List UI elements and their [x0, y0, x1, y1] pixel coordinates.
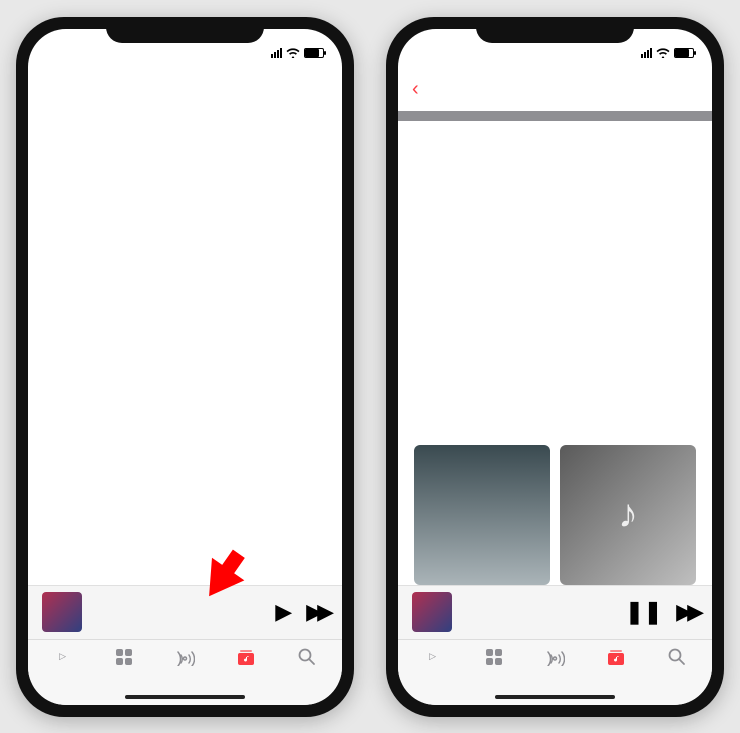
library-list: [28, 119, 342, 585]
phone-left: ▶ ▶▶ ▷: [16, 17, 354, 717]
battery-icon: [674, 48, 694, 58]
albums-scroll[interactable]: ♪: [398, 445, 712, 585]
tab-search[interactable]: [666, 646, 688, 687]
tab-browse[interactable]: [113, 646, 135, 687]
play-icon[interactable]: ▶: [275, 599, 292, 625]
wifi-icon: [656, 45, 670, 61]
tab-search[interactable]: [296, 646, 318, 687]
library-icon: [605, 646, 627, 668]
nav-bar: [28, 69, 342, 111]
notch: [476, 17, 634, 43]
search-icon: [666, 646, 688, 668]
notch: [106, 17, 264, 43]
now-playing-bar[interactable]: ▶ ▶▶: [28, 585, 342, 639]
tab-radio[interactable]: [544, 646, 566, 687]
library-icon: [235, 646, 257, 668]
wifi-icon: [286, 45, 300, 61]
home-indicator[interactable]: [495, 695, 615, 699]
grid-icon: [483, 646, 505, 668]
home-indicator[interactable]: [125, 695, 245, 699]
album-art[interactable]: [414, 445, 550, 585]
forward-icon[interactable]: ▶▶: [306, 599, 328, 625]
battery-icon: [304, 48, 324, 58]
phone-right: ‹ ♪ ❚❚ ▶▶ ▷: [386, 17, 724, 717]
tab-radio[interactable]: [174, 646, 196, 687]
tab-listen[interactable]: ▷: [422, 646, 444, 687]
tab-browse[interactable]: [483, 646, 505, 687]
page-title: [28, 111, 342, 119]
search-icon: [296, 646, 318, 668]
info-banner: [398, 111, 712, 121]
library-list: [398, 123, 712, 423]
section-recently-downloaded: [398, 423, 712, 445]
tab-library[interactable]: [235, 646, 257, 687]
album-art[interactable]: ♪: [560, 445, 696, 585]
screen-right: ‹ ♪ ❚❚ ▶▶ ▷: [398, 29, 712, 705]
now-playing-art: [412, 592, 452, 632]
now-playing-art: [42, 592, 82, 632]
play-circle-icon: ▷: [52, 646, 74, 668]
radio-icon: [174, 646, 196, 668]
tab-library[interactable]: [605, 646, 627, 687]
nav-bar: ‹: [398, 69, 712, 111]
cellular-icon: [271, 48, 282, 58]
cellular-icon: [641, 48, 652, 58]
chevron-left-icon: ‹: [412, 78, 419, 101]
grid-icon: [113, 646, 135, 668]
forward-icon[interactable]: ▶▶: [676, 599, 698, 625]
play-circle-icon: ▷: [422, 646, 444, 668]
screen-left: ▶ ▶▶ ▷: [28, 29, 342, 705]
tab-listen[interactable]: ▷: [52, 646, 74, 687]
pause-icon[interactable]: ❚❚: [625, 599, 662, 625]
now-playing-bar[interactable]: ❚❚ ▶▶: [398, 585, 712, 639]
back-button[interactable]: ‹: [412, 78, 421, 101]
radio-icon: [544, 646, 566, 668]
